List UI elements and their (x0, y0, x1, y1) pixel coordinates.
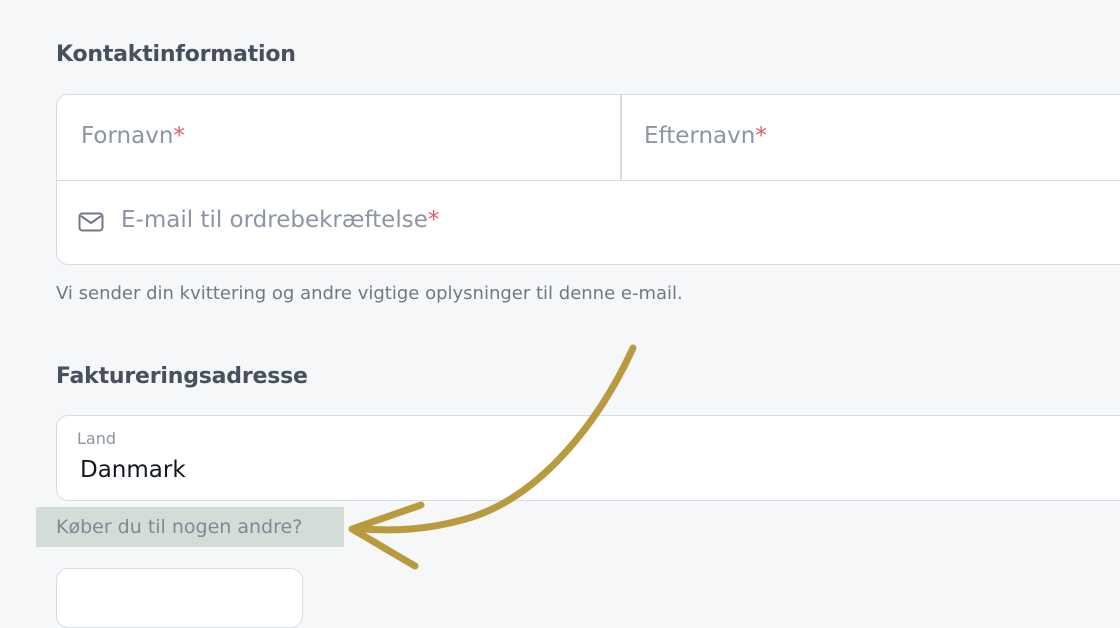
contact-card: Fornavn* Efternavn* E-mail til ordrebekr… (56, 94, 1120, 265)
required-marker: * (427, 207, 440, 233)
email-hint: Vi sender din kvittering og andre vigtig… (56, 283, 683, 304)
first-name-field[interactable]: Fornavn* (81, 123, 615, 155)
name-divider (620, 95, 622, 180)
last-name-field[interactable]: Efternavn* (644, 123, 1120, 155)
buying-for-other-link[interactable]: Køber du til nogen andre? (36, 507, 344, 547)
billing-section-title: Faktureringsadresse (56, 364, 308, 389)
contact-section-title: Kontaktinformation (56, 42, 296, 67)
next-field[interactable] (56, 568, 303, 628)
email-field[interactable]: E-mail til ordrebekræftelse* (121, 207, 1120, 239)
first-name-placeholder: Fornavn (81, 123, 174, 149)
country-select[interactable]: Land Danmark (56, 415, 1120, 501)
name-row: Fornavn* Efternavn* (57, 95, 1120, 181)
country-label: Land (77, 429, 117, 448)
email-placeholder: E-mail til ordrebekræftelse (121, 207, 428, 233)
country-value: Danmark (80, 457, 186, 483)
envelope-icon (78, 212, 104, 232)
required-marker: * (755, 123, 767, 149)
required-marker: * (173, 123, 185, 149)
last-name-placeholder: Efternavn (644, 123, 756, 149)
